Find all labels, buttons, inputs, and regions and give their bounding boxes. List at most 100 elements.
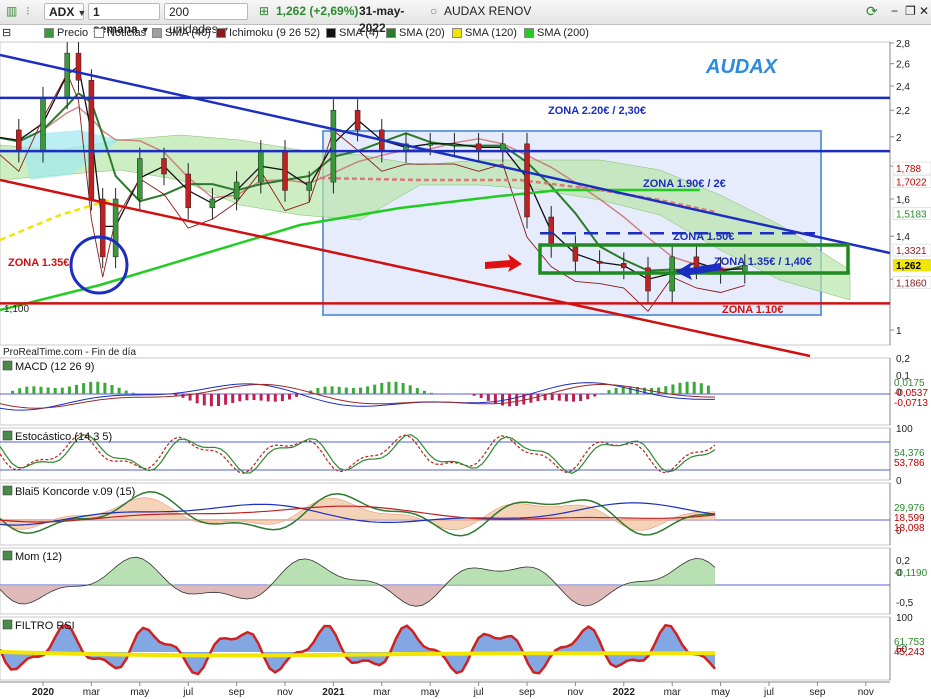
candle-body [161, 158, 167, 175]
y-tick-label: 1,4 [896, 232, 910, 243]
chart-canvas[interactable]: ZONA 2.20€ / 2,30€ ZONA 1.90€ / 2€ ZONA 1.… [0, 0, 931, 699]
rsi-area [0, 625, 715, 674]
sma120-line [0, 198, 111, 242]
y-tick-label: 1 [896, 326, 902, 337]
indicator-icon [2, 430, 13, 441]
macd-histogram-bar [692, 381, 696, 394]
macd-histogram-bar [366, 386, 370, 394]
macd-histogram-bar [351, 387, 355, 394]
x-tick-label: sep [809, 687, 826, 698]
price-tag-label: 1,5183 [896, 210, 927, 221]
candle-body [112, 198, 119, 258]
macd-histogram-bar [394, 381, 398, 394]
x-tick-label: jul [473, 687, 484, 698]
macd-histogram-bar [224, 394, 228, 405]
macd-histogram-bar [96, 381, 100, 394]
panel-title: Estocástico (14 3 5) [15, 431, 112, 443]
macd-histogram-bar [124, 390, 128, 394]
macd-histogram-bar [75, 384, 78, 394]
candle-body [693, 256, 700, 269]
x-tick-label: 2021 [322, 687, 345, 698]
macd-histogram-bar [508, 394, 512, 407]
x-tick-label: sep [519, 687, 536, 698]
panel-header: Mom (12) [2, 550, 62, 563]
candle-body [233, 181, 240, 200]
macd-histogram-bar [60, 387, 64, 394]
y-tick-label: 0,2 [896, 354, 910, 365]
macd-histogram-bar [67, 386, 71, 394]
macd-histogram-bar [479, 394, 483, 399]
mom-positive-area [0, 557, 715, 585]
macd-histogram-bar [273, 394, 277, 402]
x-tick-label: may [421, 687, 440, 698]
panel-title: MACD (12 26 9) [15, 361, 94, 373]
macd-histogram-bar [401, 383, 405, 394]
y-tick-label: 2,4 [896, 82, 910, 93]
chart-title: AUDAX [705, 56, 779, 78]
y-tick-label: 100 [896, 613, 913, 624]
indicator-icon [2, 619, 13, 630]
indicator-icon [2, 550, 13, 561]
candle-body [282, 150, 288, 191]
last-value-label: 18,098 [894, 523, 925, 534]
macd-histogram-bar [614, 387, 618, 394]
macd-histogram-bar [131, 392, 135, 394]
x-tick-label: jul [182, 687, 193, 698]
panel-title: Blai5 Koncorde v.09 (15) [15, 486, 135, 498]
macd-histogram-bar [607, 390, 611, 394]
macd-histogram-bar [415, 388, 419, 394]
x-tick-label: nov [277, 687, 293, 698]
macd-histogram-bar [572, 394, 575, 402]
x-tick-label: sep [229, 687, 246, 698]
stochastic-panel-frame [0, 427, 891, 481]
x-tick-label: mar [373, 687, 391, 698]
candle-body [427, 143, 433, 146]
candle-body [16, 129, 22, 152]
candle-body [354, 109, 361, 131]
y-tick-label: 1,6 [896, 195, 910, 206]
zone-label: ZONA 1.10€ [722, 304, 783, 316]
macd-histogram-bar [593, 394, 597, 397]
price-tag-label: 1,788 [896, 164, 921, 175]
candle-body [572, 246, 579, 262]
macd-histogram-bar [579, 394, 583, 402]
macd-histogram-bar [103, 382, 107, 394]
macd-histogram-bar [25, 386, 29, 394]
macd-histogram-bar [671, 384, 675, 394]
candle-body [451, 143, 458, 146]
candle-body [524, 143, 530, 218]
candle-body [306, 181, 312, 191]
last-value-label: 53,786 [894, 458, 925, 469]
source-label: ProRealTime.com - Fin de día [3, 347, 136, 358]
macd-line [0, 382, 715, 411]
candle-body [330, 109, 337, 183]
last-value-label: -0,0713 [894, 398, 928, 409]
price-tag: 1,7022 [892, 175, 931, 189]
macd-histogram-bar [288, 394, 291, 400]
x-tick-label: nov [858, 687, 874, 698]
candle-body [548, 216, 554, 247]
macd-histogram-bar [245, 394, 249, 401]
price-tag: 1,262 [892, 258, 931, 272]
macd-histogram-bar [11, 390, 15, 394]
zone-label: ZONA 2.20€ / 2,30€ [548, 105, 646, 117]
price-tag-label: 1,1860 [896, 278, 927, 289]
macd-histogram-bar [536, 394, 540, 402]
y-tick-label: 2 [896, 133, 902, 144]
macd-histogram-bar [238, 394, 242, 402]
macd-histogram-bar [600, 393, 604, 394]
macd-histogram-bar [373, 384, 377, 394]
macd-histogram-bar [387, 381, 391, 394]
x-tick-label: jul [763, 687, 774, 698]
macd-histogram-bar [82, 383, 86, 394]
macd-histogram-bar [316, 388, 320, 394]
level-label: 1,100 [4, 304, 29, 315]
panel-header: Estocástico (14 3 5) [2, 430, 112, 443]
macd-histogram-bar [706, 385, 710, 394]
candle-body [99, 198, 106, 258]
panel-title: Mom (12) [15, 551, 62, 563]
macd-histogram-bar [515, 394, 519, 406]
macd-histogram-bar [195, 394, 199, 404]
candle-body [75, 52, 82, 81]
macd-histogram-bar [231, 394, 235, 403]
